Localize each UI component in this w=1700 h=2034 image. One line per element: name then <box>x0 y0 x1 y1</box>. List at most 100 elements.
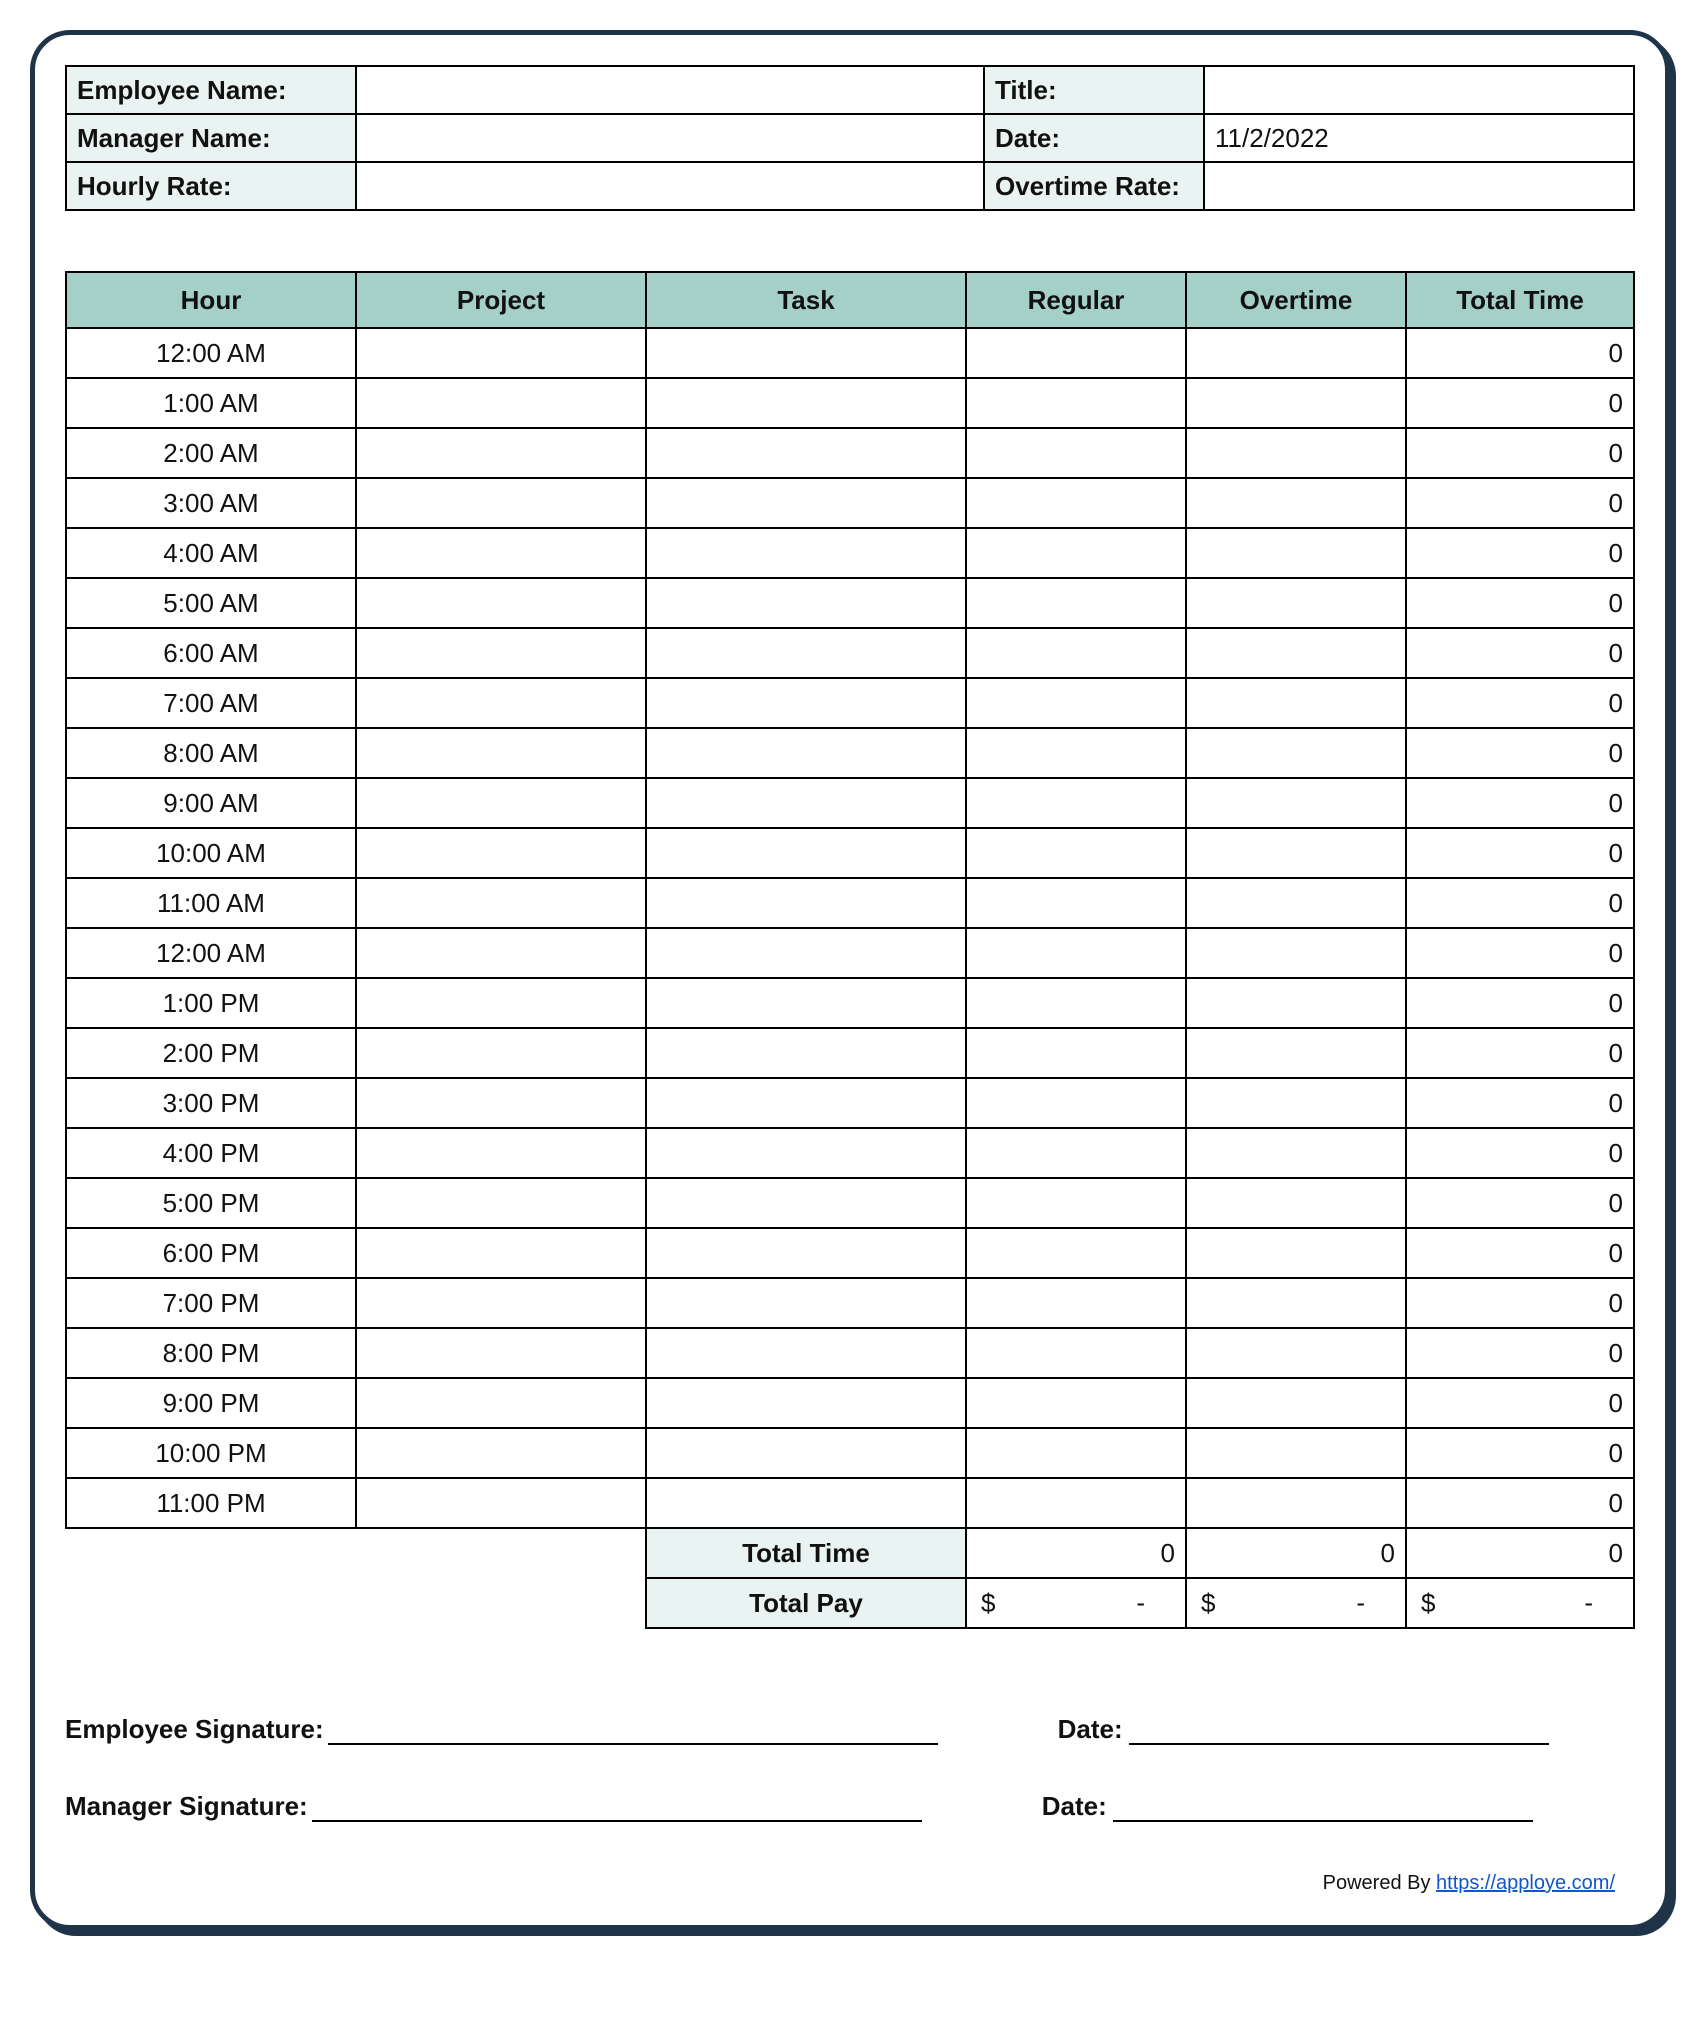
regular-cell[interactable] <box>966 328 1186 378</box>
overtime-cell[interactable] <box>1186 478 1406 528</box>
regular-cell[interactable] <box>966 1278 1186 1328</box>
regular-cell[interactable] <box>966 978 1186 1028</box>
regular-cell[interactable] <box>966 828 1186 878</box>
project-cell[interactable] <box>356 528 646 578</box>
project-cell[interactable] <box>356 778 646 828</box>
overtime-cell[interactable] <box>1186 578 1406 628</box>
project-cell[interactable] <box>356 678 646 728</box>
manager-signature-line[interactable] <box>312 1792 922 1822</box>
overtime-cell[interactable] <box>1186 928 1406 978</box>
regular-cell[interactable] <box>966 1428 1186 1478</box>
hourly-rate-value[interactable] <box>356 162 984 210</box>
task-cell[interactable] <box>646 528 966 578</box>
task-cell[interactable] <box>646 428 966 478</box>
task-cell[interactable] <box>646 578 966 628</box>
regular-cell[interactable] <box>966 1078 1186 1128</box>
manager-date-line[interactable] <box>1113 1792 1533 1822</box>
regular-cell[interactable] <box>966 1228 1186 1278</box>
overtime-cell[interactable] <box>1186 878 1406 928</box>
regular-cell[interactable] <box>966 1178 1186 1228</box>
regular-cell[interactable] <box>966 1378 1186 1428</box>
task-cell[interactable] <box>646 1178 966 1228</box>
project-cell[interactable] <box>356 978 646 1028</box>
overtime-rate-value[interactable] <box>1204 162 1634 210</box>
overtime-cell[interactable] <box>1186 1378 1406 1428</box>
project-cell[interactable] <box>356 378 646 428</box>
overtime-cell[interactable] <box>1186 328 1406 378</box>
employee-name-value[interactable] <box>356 66 984 114</box>
task-cell[interactable] <box>646 1128 966 1178</box>
task-cell[interactable] <box>646 928 966 978</box>
project-cell[interactable] <box>356 428 646 478</box>
overtime-cell[interactable] <box>1186 1178 1406 1228</box>
project-cell[interactable] <box>356 628 646 678</box>
title-value[interactable] <box>1204 66 1634 114</box>
project-cell[interactable] <box>356 878 646 928</box>
project-cell[interactable] <box>356 1328 646 1378</box>
overtime-cell[interactable] <box>1186 678 1406 728</box>
overtime-cell[interactable] <box>1186 1078 1406 1128</box>
project-cell[interactable] <box>356 1078 646 1128</box>
task-cell[interactable] <box>646 1028 966 1078</box>
overtime-cell[interactable] <box>1186 1028 1406 1078</box>
overtime-cell[interactable] <box>1186 528 1406 578</box>
task-cell[interactable] <box>646 828 966 878</box>
regular-cell[interactable] <box>966 528 1186 578</box>
overtime-cell[interactable] <box>1186 1278 1406 1328</box>
task-cell[interactable] <box>646 628 966 678</box>
task-cell[interactable] <box>646 1078 966 1128</box>
project-cell[interactable] <box>356 1128 646 1178</box>
task-cell[interactable] <box>646 778 966 828</box>
overtime-cell[interactable] <box>1186 828 1406 878</box>
manager-name-value[interactable] <box>356 114 984 162</box>
project-cell[interactable] <box>356 728 646 778</box>
overtime-cell[interactable] <box>1186 1328 1406 1378</box>
project-cell[interactable] <box>356 1378 646 1428</box>
project-cell[interactable] <box>356 1478 646 1528</box>
regular-cell[interactable] <box>966 1478 1186 1528</box>
overtime-cell[interactable] <box>1186 628 1406 678</box>
project-cell[interactable] <box>356 1178 646 1228</box>
project-cell[interactable] <box>356 928 646 978</box>
project-cell[interactable] <box>356 828 646 878</box>
regular-cell[interactable] <box>966 378 1186 428</box>
regular-cell[interactable] <box>966 478 1186 528</box>
regular-cell[interactable] <box>966 728 1186 778</box>
task-cell[interactable] <box>646 978 966 1028</box>
regular-cell[interactable] <box>966 1328 1186 1378</box>
project-cell[interactable] <box>356 1228 646 1278</box>
regular-cell[interactable] <box>966 878 1186 928</box>
regular-cell[interactable] <box>966 1028 1186 1078</box>
task-cell[interactable] <box>646 678 966 728</box>
overtime-cell[interactable] <box>1186 1228 1406 1278</box>
overtime-cell[interactable] <box>1186 1128 1406 1178</box>
task-cell[interactable] <box>646 1328 966 1378</box>
regular-cell[interactable] <box>966 578 1186 628</box>
employee-date-line[interactable] <box>1129 1715 1549 1745</box>
overtime-cell[interactable] <box>1186 1428 1406 1478</box>
employee-signature-line[interactable] <box>328 1715 938 1745</box>
overtime-cell[interactable] <box>1186 378 1406 428</box>
project-cell[interactable] <box>356 328 646 378</box>
powered-by-link[interactable]: https://apploye.com/ <box>1436 1872 1615 1894</box>
project-cell[interactable] <box>356 578 646 628</box>
task-cell[interactable] <box>646 1428 966 1478</box>
project-cell[interactable] <box>356 1028 646 1078</box>
project-cell[interactable] <box>356 478 646 528</box>
date-value[interactable]: 11/2/2022 <box>1204 114 1634 162</box>
overtime-cell[interactable] <box>1186 1478 1406 1528</box>
overtime-cell[interactable] <box>1186 978 1406 1028</box>
task-cell[interactable] <box>646 1478 966 1528</box>
task-cell[interactable] <box>646 378 966 428</box>
regular-cell[interactable] <box>966 428 1186 478</box>
task-cell[interactable] <box>646 878 966 928</box>
task-cell[interactable] <box>646 1278 966 1328</box>
regular-cell[interactable] <box>966 678 1186 728</box>
regular-cell[interactable] <box>966 628 1186 678</box>
task-cell[interactable] <box>646 1378 966 1428</box>
task-cell[interactable] <box>646 478 966 528</box>
regular-cell[interactable] <box>966 928 1186 978</box>
overtime-cell[interactable] <box>1186 778 1406 828</box>
regular-cell[interactable] <box>966 778 1186 828</box>
project-cell[interactable] <box>356 1428 646 1478</box>
